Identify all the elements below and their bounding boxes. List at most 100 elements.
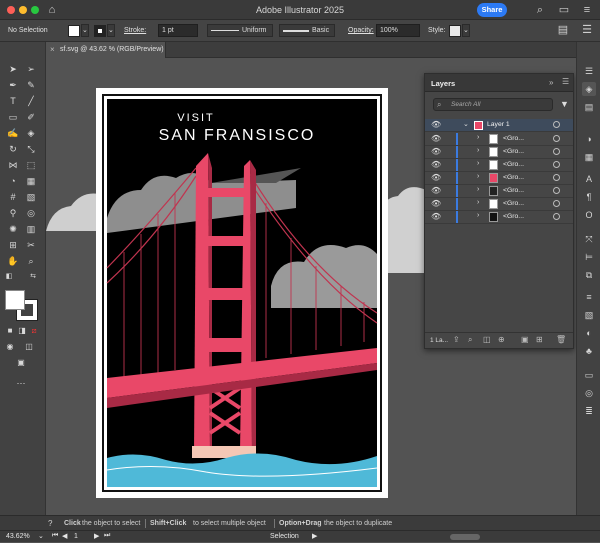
line-tool-icon[interactable]: ╱ (24, 94, 38, 108)
transform-panel-icon[interactable]: ⤧ (582, 232, 596, 246)
filter-icon[interactable]: ▼ (560, 99, 569, 109)
color-panel-icon[interactable]: ◑ (582, 132, 596, 146)
opacity-field[interactable]: 100% (376, 24, 420, 37)
transparency-panel-icon[interactable]: ◐ (582, 326, 596, 340)
fill-dropdown[interactable]: ⌄ (81, 24, 89, 37)
selection-tool-icon[interactable]: ➤ (6, 62, 20, 76)
new-layer2-icon[interactable]: ⊞ (536, 335, 543, 344)
target-circle-icon[interactable] (553, 161, 560, 168)
gradient-tool-icon[interactable]: ▧ (24, 190, 38, 204)
visibility-eye-icon[interactable]: 👁 (431, 173, 441, 182)
layers-panel-icon[interactable]: ◈ (582, 82, 596, 96)
screen-mode-icon[interactable]: ◫ (22, 340, 36, 354)
search-icon[interactable]: ⌕ (533, 3, 547, 17)
rotate-tool-icon[interactable]: ↻ (6, 142, 20, 156)
graphic-style-dropdown[interactable]: ⌄ (462, 24, 470, 37)
sublayer-row[interactable]: 👁 › <Gro... (425, 146, 573, 159)
stroke-swatch[interactable] (94, 25, 106, 37)
expand-chevron-icon[interactable]: › (477, 134, 479, 141)
libraries-panel-icon[interactable]: ▤ (582, 100, 596, 114)
visibility-eye-icon[interactable]: 👁 (431, 160, 441, 169)
visibility-eye-icon[interactable]: 👁 (431, 212, 441, 221)
brush-definition-dropdown[interactable]: Basic (279, 24, 335, 37)
expand-chevron-icon[interactable]: › (477, 147, 479, 154)
target-circle-icon[interactable] (553, 213, 560, 220)
status-mode[interactable]: Selection (270, 533, 299, 540)
visibility-eye-icon[interactable]: 👁 (431, 199, 441, 208)
expand-chevron-icon[interactable]: ⌄ (463, 120, 469, 128)
sublayer-name[interactable]: <Gro... (503, 187, 524, 194)
rectangle-tool-icon[interactable]: ▭ (6, 110, 20, 124)
shaper-tool-icon[interactable]: ✍ (6, 126, 20, 140)
sublayer-name[interactable]: <Gro... (503, 148, 524, 155)
horizontal-scrollbar[interactable] (450, 534, 480, 540)
swap-fill-stroke-icon[interactable]: ⇆ (26, 270, 40, 284)
mesh-tool-icon[interactable]: # (6, 190, 20, 204)
variable-width-profile-dropdown[interactable]: Uniform (207, 24, 273, 37)
visibility-eye-icon[interactable]: 👁 (431, 120, 441, 129)
layers-panel-title[interactable]: Layers (431, 79, 455, 88)
export-icon[interactable]: ⇪ (453, 335, 460, 344)
expand-chevron-icon[interactable]: › (477, 173, 479, 180)
layer-row-main[interactable]: 👁 ⌄ Layer 1 (425, 119, 573, 132)
direct-selection-tool-icon[interactable]: ➢ (24, 62, 38, 76)
page-number[interactable]: 1 (74, 533, 78, 540)
hand-tool-icon[interactable]: ✋ (6, 254, 20, 268)
visibility-eye-icon[interactable]: 👁 (431, 147, 441, 156)
sublayer-row[interactable]: 👁 › <Gro... (425, 133, 573, 146)
graphic-style-swatch[interactable] (449, 25, 461, 37)
brushes-panel-icon[interactable]: ≣ (582, 404, 596, 418)
layers-search-box[interactable]: ⌕ Search All (433, 98, 553, 111)
visibility-eye-icon[interactable]: 👁 (431, 134, 441, 143)
edit-toolbar-icon[interactable]: ⋯ (14, 376, 28, 390)
draw-mode-icon[interactable]: ◉ (3, 340, 17, 354)
gradient-panel-icon[interactable]: ▧ (582, 308, 596, 322)
none-mode-icon[interactable]: ⧄ (27, 324, 41, 338)
collapse-panel-icon[interactable]: » (549, 78, 553, 87)
control-bar-menu-icon[interactable]: ☰ (580, 23, 594, 37)
new-layer-icon[interactable]: ▣ (521, 335, 529, 344)
align-panel-icon[interactable]: ⊨ (582, 250, 596, 264)
status-mode-arrow[interactable]: ▶ (312, 532, 317, 540)
new-sublayer-icon[interactable]: ⊕ (498, 335, 505, 344)
graphic-styles-panel-icon[interactable]: ▭ (582, 368, 596, 382)
perspective-grid-tool-icon[interactable]: ▦ (24, 174, 38, 188)
visibility-eye-icon[interactable]: 👁 (431, 186, 441, 195)
next-page-icon[interactable]: ▶ (94, 532, 99, 540)
last-page-icon[interactable]: ⏭ (104, 532, 110, 540)
expand-chevron-icon[interactable]: › (477, 160, 479, 167)
opentype-panel-icon[interactable]: O (582, 208, 596, 222)
eraser-tool-icon[interactable]: ◈ (24, 126, 38, 140)
target-circle-icon[interactable] (553, 174, 560, 181)
artboard-tool-icon[interactable]: ⊞ (6, 238, 20, 252)
column-graph-tool-icon[interactable]: ▥ (24, 222, 38, 236)
sublayer-name[interactable]: <Gro... (503, 213, 524, 220)
eyedropper-tool-icon[interactable]: ⚲ (6, 206, 20, 220)
sublayer-row[interactable]: 👁 › <Gro... (425, 159, 573, 172)
sublayer-name[interactable]: <Gro... (503, 135, 524, 142)
first-page-icon[interactable]: ⏮ (52, 532, 58, 540)
appearance-panel-icon[interactable]: ♣ (582, 344, 596, 358)
sublayer-row[interactable]: 👁 › <Gro... (425, 211, 573, 224)
learn-icon[interactable]: ≡ (580, 3, 594, 17)
blend-tool-icon[interactable]: ◎ (24, 206, 38, 220)
free-transform-tool-icon[interactable]: ⬚ (24, 158, 38, 172)
swatches-panel-icon[interactable]: ▦ (582, 150, 596, 164)
scale-tool-icon[interactable]: ⤡ (24, 142, 38, 156)
prev-page-icon[interactable]: ◀ (62, 532, 67, 540)
stroke-dropdown[interactable]: ⌄ (107, 24, 115, 37)
symbols-panel-icon[interactable]: ◎ (582, 386, 596, 400)
pen-tool-icon[interactable]: ✒ (6, 78, 20, 92)
locate-object-icon[interactable]: ⌕ (468, 335, 472, 345)
sublayer-row[interactable]: 👁 › <Gro... (425, 185, 573, 198)
panel-menu-icon[interactable]: ☰ (562, 77, 569, 86)
stroke-weight-field[interactable]: 1 pt (158, 24, 198, 37)
character-panel-icon[interactable]: A (582, 172, 596, 186)
expand-chevron-icon[interactable]: › (477, 186, 479, 193)
width-tool-icon[interactable]: ⋈ (6, 158, 20, 172)
sublayer-name[interactable]: <Gro... (503, 200, 524, 207)
expand-chevron-icon[interactable]: › (477, 199, 479, 206)
sublayer-name[interactable]: <Gro... (503, 174, 524, 181)
change-screen-mode-icon[interactable]: ▣ (14, 356, 28, 370)
layer-name[interactable]: Layer 1 (487, 121, 510, 128)
